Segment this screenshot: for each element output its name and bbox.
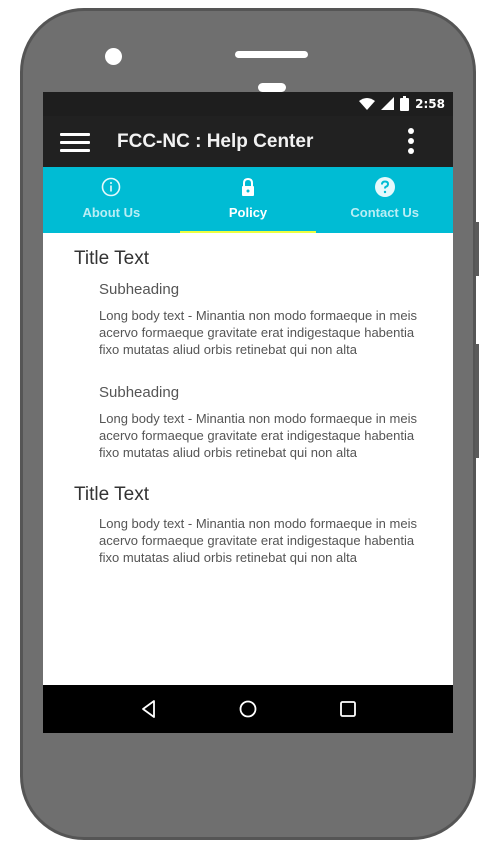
body-text: Long body text - Minantia non modo forma… xyxy=(99,516,417,565)
subheading: Subheading xyxy=(99,384,180,401)
earpiece-speaker xyxy=(235,51,308,58)
battery-icon xyxy=(400,96,410,111)
tab-contact-us-label: Contact Us xyxy=(350,205,419,220)
tab-policy-label: Policy xyxy=(228,205,268,220)
tab-policy[interactable]: Policy xyxy=(179,167,317,233)
lock-icon xyxy=(242,177,254,196)
policy-content: Title Text Subheading Long body text - M… xyxy=(43,233,453,685)
hamburger-menu-icon[interactable] xyxy=(60,133,90,152)
app-title: FCC-NC : Help Center xyxy=(117,131,314,152)
volume-button xyxy=(475,222,479,276)
wifi-icon xyxy=(359,97,376,110)
more-vert-icon[interactable] xyxy=(407,128,415,156)
tab-about-us[interactable]: About Us xyxy=(43,167,180,233)
status-time: 2:58 xyxy=(415,96,445,111)
info-icon xyxy=(102,177,121,197)
navigation-bar xyxy=(43,685,453,733)
recents-icon[interactable] xyxy=(337,698,359,720)
proximity-sensor xyxy=(258,83,286,92)
phone-screen: 2:58 FCC-NC : Help Center About Us Polic… xyxy=(43,92,453,733)
tab-contact-us[interactable]: Contact Us xyxy=(316,167,453,233)
section-title: Title Text xyxy=(74,248,149,269)
subheading: Subheading xyxy=(99,281,180,298)
front-camera xyxy=(105,48,122,65)
signal-icon xyxy=(381,97,395,110)
home-icon[interactable] xyxy=(237,698,259,720)
body-text: Long body text - Minantia non modo forma… xyxy=(99,308,417,357)
back-icon[interactable] xyxy=(138,698,160,720)
tab-about-us-label: About Us xyxy=(82,205,141,220)
help-icon xyxy=(374,177,395,197)
section-title: Title Text xyxy=(74,484,149,505)
power-button xyxy=(475,344,479,458)
status-bar: 2:58 xyxy=(43,92,453,116)
app-bar: FCC-NC : Help Center xyxy=(43,116,453,167)
body-text: Long body text - Minantia non modo forma… xyxy=(99,411,417,460)
tab-bar: About Us Policy Contact Us xyxy=(43,167,453,233)
